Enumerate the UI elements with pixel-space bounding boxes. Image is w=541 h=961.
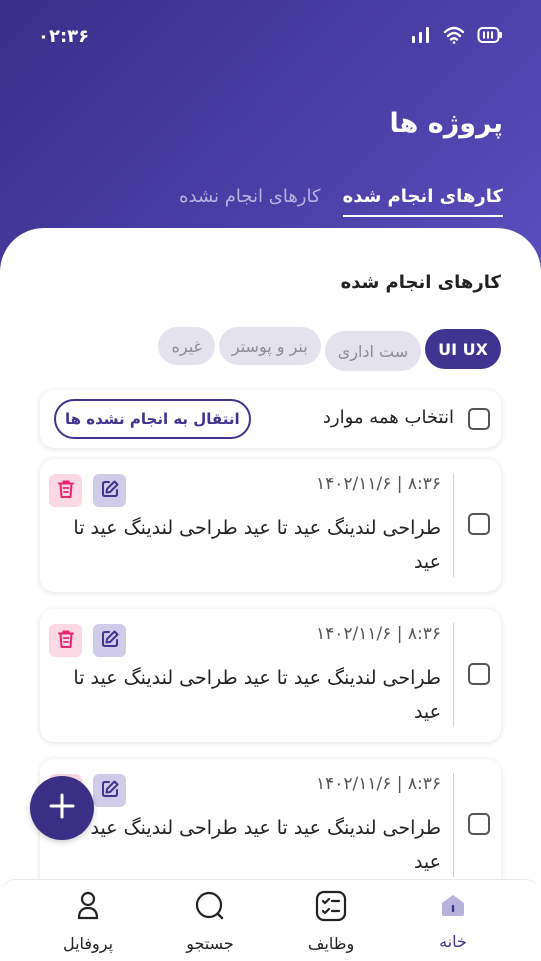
page-title: پروژه ها (389, 108, 503, 139)
home-icon (438, 890, 468, 924)
search-icon (194, 890, 226, 926)
nav-home[interactable]: خانه (413, 890, 493, 951)
task-checkbox[interactable] (468, 513, 490, 535)
select-all-label: انتخاب همه موارد (322, 407, 454, 428)
tab-not-done[interactable]: کارهای انجام نشده (179, 186, 320, 217)
task-text: طراحی لندینگ عید تا عید طراحی لندینگ عید… (73, 817, 441, 873)
nav-profile[interactable]: پروفایل (48, 890, 128, 953)
delete-button[interactable] (49, 474, 82, 507)
nav-search[interactable]: جستجو (170, 890, 250, 953)
task-date: ۸:۳۶ | ۱۴۰۲/۱۱/۶ (315, 474, 441, 494)
chip-ui-ux[interactable]: UI UX (425, 329, 501, 369)
task-card: ۸:۳۶ | ۱۴۰۲/۱۱/۶ طراحی لندینگ عید تا عید… (40, 759, 501, 892)
signal-icon (411, 26, 431, 48)
nav-home-label: خانه (439, 932, 467, 951)
wifi-icon (443, 26, 465, 48)
task-text: طراحی لندینگ عید تا عید طراحی لندینگ عید… (73, 517, 441, 573)
task-list: ۸:۳۶ | ۱۴۰۲/۱۱/۶ طراحی لندینگ عید تا عید… (40, 459, 501, 909)
status-bar: ۰۲:۳۶ (0, 22, 541, 54)
chip-banner-poster[interactable]: بنر و پوستر (218, 327, 321, 365)
task-text: طراحی لندینگ عید تا عید طراحی لندینگ عید… (73, 667, 441, 723)
plus-icon (48, 792, 76, 824)
content-sheet: کارهای انجام شده UI UX ست اداری بنر و پو… (0, 228, 541, 961)
edit-button[interactable] (93, 474, 126, 507)
divider (453, 623, 454, 727)
task-date: ۸:۳۶ | ۱۴۰۲/۱۱/۶ (315, 774, 441, 794)
select-all-bar: انتخاب همه موارد انتقال به انجام نشده ها (40, 390, 501, 448)
edit-button[interactable] (93, 774, 126, 807)
divider (453, 773, 454, 877)
delete-button[interactable] (49, 624, 82, 657)
task-checkbox[interactable] (468, 813, 490, 835)
chip-office-set[interactable]: ست اداری (324, 331, 422, 371)
bottom-nav: خانه وظایف جستجو پروفایل (0, 879, 541, 961)
edit-icon (100, 779, 120, 803)
nav-search-label: جستجو (186, 934, 234, 953)
status-time: ۰۲:۳۶ (38, 26, 90, 47)
edit-button[interactable] (93, 624, 126, 657)
trash-icon (57, 629, 75, 653)
trash-icon (57, 479, 75, 503)
battery-icon (477, 26, 503, 48)
task-card: ۸:۳۶ | ۱۴۰۲/۱۱/۶ طراحی لندینگ عید تا عید… (40, 609, 501, 742)
tabs: کارهای انجام شده کارهای انجام نشده (179, 186, 503, 217)
edit-icon (100, 479, 120, 503)
divider (453, 473, 454, 577)
nav-profile-label: پروفایل (62, 934, 114, 953)
select-all-checkbox[interactable] (468, 408, 490, 430)
edit-icon (100, 629, 120, 653)
chip-other[interactable]: غیره (158, 327, 215, 365)
user-icon (72, 890, 104, 926)
task-checkbox[interactable] (468, 663, 490, 685)
tab-done[interactable]: کارهای انجام شده (342, 186, 503, 217)
section-title: کارهای انجام شده (340, 272, 501, 293)
task-card: ۸:۳۶ | ۱۴۰۲/۱۱/۶ طراحی لندینگ عید تا عید… (40, 459, 501, 592)
nav-tasks[interactable]: وظایف (291, 890, 371, 953)
category-chips: UI UX ست اداری بنر و پوستر غیره (158, 327, 501, 371)
move-to-not-done-button[interactable]: انتقال به انجام نشده ها (54, 399, 251, 439)
task-date: ۸:۳۶ | ۱۴۰۲/۱۱/۶ (315, 624, 441, 644)
checklist-icon (315, 890, 347, 926)
add-task-button[interactable] (30, 776, 94, 840)
status-icons (411, 26, 503, 48)
nav-tasks-label: وظایف (307, 934, 355, 953)
